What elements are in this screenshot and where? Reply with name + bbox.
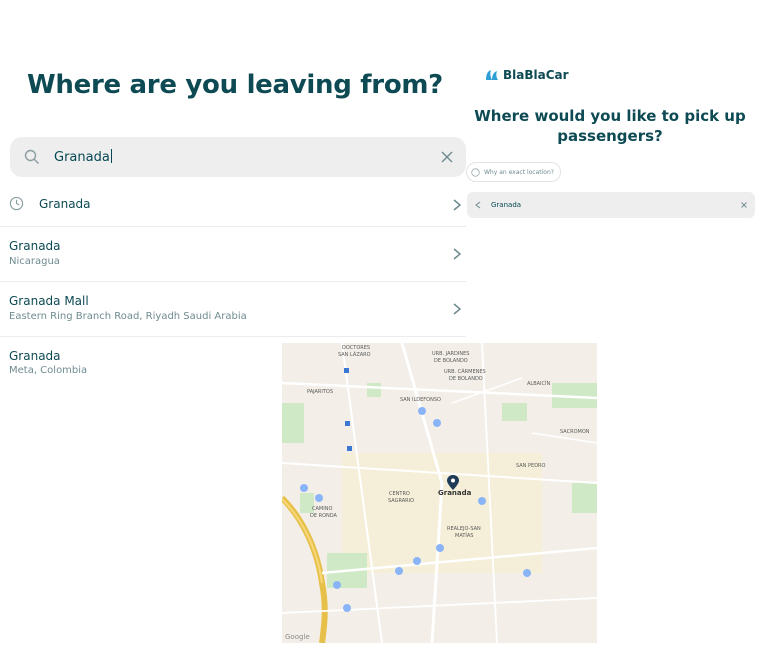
clock-icon [9,196,24,211]
pickup-title: Where would you like to pick up passenge… [474,107,746,145]
map-label: CENTRO [389,491,410,497]
map-label: URB. JARDINES [432,351,469,357]
map-canvas: DOCTORES SAN LÁZARO URB. JARDINES DE BOL… [282,343,597,643]
result-title: Granada [39,197,91,211]
map-label: DE RONDA [310,513,338,519]
result-subtitle: Meta, Colombia [9,365,88,376]
map-label: SACROMON [560,429,590,435]
text-caret [110,149,112,163]
result-subtitle: Nicaragua [9,256,60,267]
list-item[interactable]: Granada Nicaragua [0,227,466,282]
why-exact-label: Why an exact location? [484,168,554,176]
map-label: SAN ILDEFONSO [400,397,441,403]
list-item[interactable]: Granada Meta, Colombia [0,337,280,391]
map-label: ALBAICÍN [527,380,550,387]
map-label: PAJARITOS [307,389,333,395]
result-subtitle: Eastern Ring Branch Road, Riyadh Saudi A… [9,311,247,322]
search-icon [24,149,39,164]
clear-icon[interactable] [440,150,454,164]
brand-logo: BlaBlaCar [485,68,569,82]
map-label: SAN LÁZARO [338,351,371,358]
list-item-recent[interactable]: Granada [0,180,466,227]
list-item[interactable]: Granada Mall Eastern Ring Branch Road, R… [0,282,466,337]
map-label: SAGRARIO [388,498,414,504]
map-label: CAMINO [312,506,332,512]
pickup-search-input[interactable]: Granada [467,192,755,218]
chevron-right-icon [453,248,462,260]
clear-icon[interactable] [741,202,747,208]
map-city-label: Granada [438,489,472,497]
map-label: DE BOLANDO [434,358,468,364]
chevron-right-icon [453,303,462,315]
search-value: Granada [54,150,110,165]
map-label: REALEJO-SAN [447,526,481,532]
map-label: URB. CÁRMENES [444,368,486,375]
google-logo: Google [285,633,310,641]
pickup-search-value: Granada [491,201,522,209]
map-label: MATÍAS [455,532,473,539]
result-title: Granada Mall [9,294,89,308]
blablacar-logo-icon [486,70,498,80]
map-view[interactable]: DOCTORES SAN LÁZARO URB. JARDINES DE BOL… [282,343,597,643]
result-title: Granada [9,349,61,363]
chevron-right-icon [453,199,462,211]
map-label: SAN PEDRO [516,463,546,469]
info-icon [471,167,480,177]
why-exact-location-link[interactable]: Why an exact location? [466,162,561,182]
search-input[interactable]: Granada [10,137,466,177]
page-title: Where are you leaving from? [27,70,443,100]
result-title: Granada [9,239,61,253]
map-label: DE BOLANDO [449,376,483,382]
map-label: DOCTORES [342,345,370,351]
brand-name: BlaBlaCar [503,68,569,82]
back-arrow-icon[interactable] [475,201,481,209]
